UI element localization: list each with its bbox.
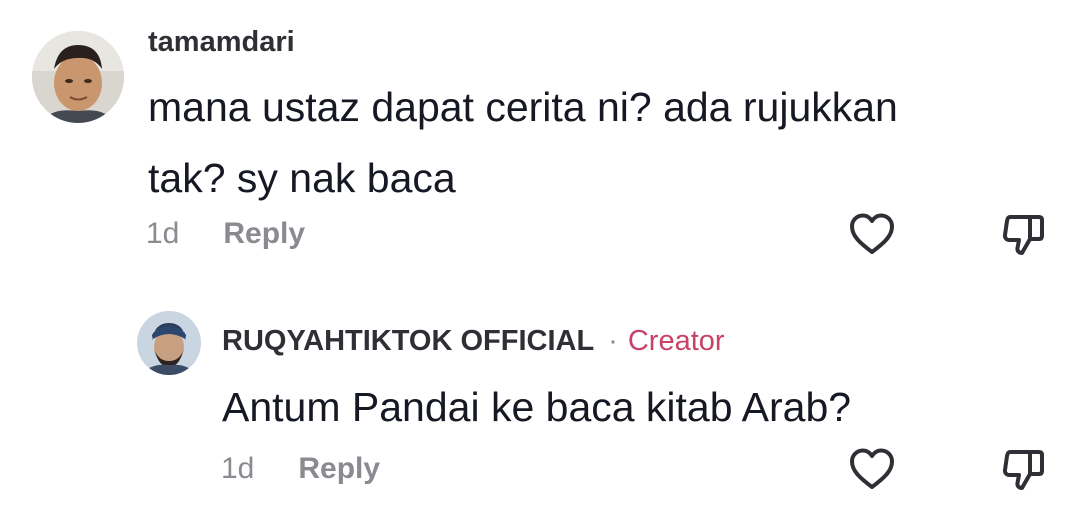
- reply-username-row: RUQYAHTIKTOK OFFICIAL · Creator: [222, 325, 725, 358]
- reply-text: Antum Pandai ke baca kitab Arab?: [222, 384, 852, 430]
- reply-button[interactable]: Reply: [298, 452, 380, 485]
- comment-username[interactable]: tamamdari: [148, 26, 295, 59]
- heart-outline-icon[interactable]: [848, 212, 896, 256]
- reply-meta: 1d Reply: [221, 452, 380, 486]
- comment-text-line: mana ustaz dapat cerita ni? ada rujukkan: [148, 84, 898, 130]
- avatar[interactable]: [32, 31, 124, 123]
- comment-text: mana ustaz dapat cerita ni? ada rujukkan…: [148, 72, 898, 214]
- heart-outline-icon[interactable]: [848, 447, 896, 491]
- user-avatar-image: [32, 31, 124, 123]
- thumbs-down-icon[interactable]: [1000, 213, 1048, 257]
- reply-username[interactable]: RUQYAHTIKTOK OFFICIAL: [222, 325, 594, 357]
- creator-badge: Creator: [627, 325, 725, 357]
- comment-item: tamamdari mana ustaz dapat cerita ni? ad…: [0, 0, 1080, 290]
- reply-timestamp: 1d: [221, 452, 255, 485]
- comment-text-line: tak? sy nak baca: [148, 155, 456, 201]
- thumbs-down-icon[interactable]: [1000, 448, 1048, 492]
- separator-dot: ·: [608, 325, 618, 357]
- comment-timestamp: 1d: [146, 217, 180, 250]
- creator-avatar-image: [137, 311, 201, 375]
- avatar[interactable]: [137, 311, 201, 375]
- comment-meta: 1d Reply: [146, 217, 305, 251]
- reply-item: RUQYAHTIKTOK OFFICIAL · Creator Antum Pand…: [0, 290, 1080, 505]
- reply-button[interactable]: Reply: [223, 217, 305, 250]
